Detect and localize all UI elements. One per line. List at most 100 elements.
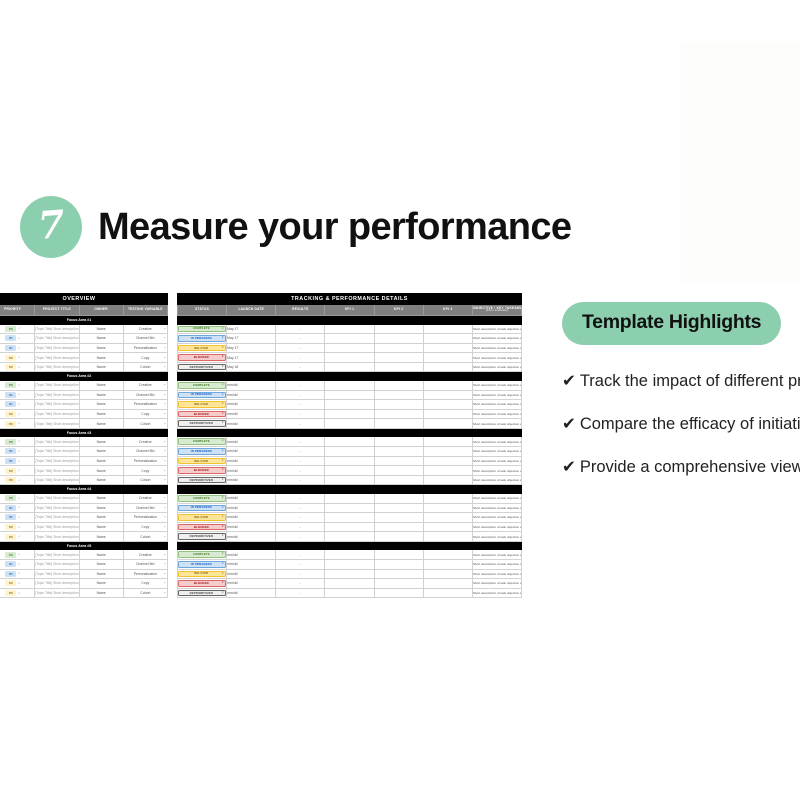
project-title-cell[interactable]: [Topic Title] Short description	[34, 436, 80, 448]
kpi-cell[interactable]	[373, 418, 424, 429]
owner-cell[interactable]: Name	[78, 512, 124, 523]
priority-badge[interactable]: P2	[5, 523, 17, 530]
kpi-cell[interactable]	[373, 333, 424, 344]
kpi-cell[interactable]	[422, 418, 473, 429]
priority-badge[interactable]: P1	[5, 335, 17, 342]
priority-badge[interactable]: P2	[5, 354, 17, 361]
testing-variable-cell[interactable]: Personalization ▾	[122, 455, 169, 467]
results-cell[interactable]: -	[275, 455, 326, 467]
status-badge[interactable]: DELAYED ▾	[178, 514, 226, 521]
chevron-down-icon[interactable]: ▾	[222, 403, 223, 406]
kpi-cell[interactable]	[373, 361, 424, 373]
kpi-cell[interactable]	[324, 549, 375, 560]
kpi-cell[interactable]	[373, 342, 424, 354]
chevron-down-icon[interactable]: ▾	[18, 460, 19, 463]
table-row[interactable]: P1 ▾ [Topic Title] Short description Name Ch…	[0, 333, 169, 344]
chevron-down-icon[interactable]: ▾	[164, 563, 165, 566]
project-title-cell[interactable]: [Topic Title] Short description	[34, 455, 80, 467]
launch-date-cell[interactable]: mm/dd	[226, 521, 277, 533]
kpi-cell[interactable]	[373, 512, 424, 523]
priority-cell[interactable]: P0 ▾	[0, 379, 36, 391]
results-cell[interactable]: -	[275, 418, 326, 429]
chevron-down-icon[interactable]: ▾	[18, 582, 19, 585]
table-row[interactable]: IN PROGRESS ▾ mm/dd - Short description of t…	[176, 558, 523, 570]
results-cell[interactable]: -	[275, 558, 326, 570]
table-row[interactable]: P1 ▾ [Topic Title] Short description Name Pe…	[0, 399, 169, 410]
kpi-cell[interactable]	[373, 502, 424, 514]
project-title-cell[interactable]: [Topic Title] Short description	[34, 333, 80, 344]
kpi-cell[interactable]	[422, 361, 473, 373]
project-title-cell[interactable]: [Topic Title] Short description	[34, 379, 80, 391]
owner-cell[interactable]: Name	[78, 323, 124, 335]
owner-cell[interactable]: Name	[78, 418, 124, 429]
status-cell[interactable]: DELAYED ▾	[176, 512, 228, 523]
kpi-cell[interactable]	[373, 389, 424, 401]
testing-variable-cell[interactable]: Copy ▾	[122, 521, 169, 533]
table-row[interactable]: DEPRIORITIZED ▾ May 18- Short description o…	[176, 361, 523, 373]
owner-cell[interactable]: Name	[78, 361, 124, 373]
chevron-down-icon[interactable]: ▾	[164, 525, 165, 528]
testing-variable-cell[interactable]: Personalization ▾	[122, 399, 169, 410]
testing-variable-cell[interactable]: Channel Mix ▾	[122, 446, 169, 457]
objective-cell[interactable]: Short description of task objective and/…	[471, 379, 523, 391]
priority-badge[interactable]: P1	[5, 344, 17, 351]
status-badge[interactable]: IN PROGRESS ▾	[178, 335, 226, 342]
priority-badge[interactable]: P2	[5, 477, 17, 484]
column-header-kpi-1[interactable]: KPI 1	[324, 304, 375, 316]
table-row[interactable]: DELAYED ▾ mm/dd - Short description of task …	[176, 399, 523, 410]
status-cell[interactable]: IN PROGRESS ▾	[176, 389, 228, 401]
chevron-down-icon[interactable]: ▾	[222, 591, 223, 595]
launch-date-cell[interactable]: mm/dd	[226, 492, 277, 504]
owner-cell[interactable]: Name	[78, 549, 124, 560]
status-cell[interactable]: BLOCKED ▾	[176, 352, 228, 363]
kpi-cell[interactable]	[373, 531, 424, 542]
owner-cell[interactable]: Name	[78, 379, 124, 391]
objective-cell[interactable]: Short description of task objective and/…	[471, 474, 523, 486]
objective-cell[interactable]: Short description of task objective and/…	[471, 446, 523, 457]
chevron-down-icon[interactable]: ▾	[164, 413, 165, 416]
priority-cell[interactable]: P2 ▾	[0, 521, 36, 533]
objective-cell[interactable]: Short description of task objective and/…	[471, 568, 523, 580]
testing-variable-cell[interactable]: Creative ▾	[122, 549, 169, 560]
chevron-down-icon[interactable]: ▾	[222, 535, 223, 538]
launch-date-cell[interactable]: mm/dd	[226, 587, 277, 599]
testing-variable-cell[interactable]: Copy ▾	[122, 352, 169, 363]
status-badge[interactable]: DELAYED ▾	[178, 457, 226, 465]
priority-cell[interactable]: P2 ▾	[0, 408, 36, 420]
table-row[interactable]: P2 ▾ [Topic Title] Short description Name Co…	[0, 408, 169, 420]
kpi-cell[interactable]	[373, 408, 424, 420]
testing-variable-cell[interactable]: Channel Mix ▾	[122, 558, 169, 570]
objective-cell[interactable]: Short description of task objective and/…	[471, 361, 523, 373]
objective-cell[interactable]: Short description of task objective and/…	[471, 549, 523, 560]
chevron-down-icon[interactable]: ▾	[164, 572, 165, 575]
results-cell[interactable]: -	[275, 333, 326, 344]
priority-badge[interactable]: P2	[5, 364, 17, 371]
results-cell[interactable]: -	[275, 549, 326, 560]
chevron-down-icon[interactable]: ▾	[222, 346, 223, 350]
priority-badge[interactable]: P1	[5, 504, 17, 511]
priority-cell[interactable]: P0 ▾	[0, 436, 36, 448]
table-row[interactable]: P2 ▾ [Topic Title] Short description Name Co…	[0, 352, 169, 363]
chevron-down-icon[interactable]: ▾	[222, 336, 223, 340]
chevron-down-icon[interactable]: ▾	[164, 366, 165, 369]
kpi-cell[interactable]	[422, 549, 473, 560]
table-row[interactable]: COMPLETE ▾ May 17- Short description of tas…	[176, 323, 523, 335]
priority-cell[interactable]: P2 ▾	[0, 418, 36, 429]
status-cell[interactable]: DELAYED ▾	[176, 342, 228, 354]
testing-variable-cell[interactable]: Copy ▾	[122, 578, 169, 589]
kpi-cell[interactable]	[422, 465, 473, 476]
chevron-down-icon[interactable]: ▾	[18, 384, 19, 387]
project-title-cell[interactable]: [Topic Title] Short description	[34, 399, 80, 410]
project-title-cell[interactable]: [Topic Title] Short description	[34, 502, 80, 514]
priority-cell[interactable]: P1 ▾	[0, 502, 36, 514]
kpi-cell[interactable]	[422, 474, 473, 486]
chevron-down-icon[interactable]: ▾	[18, 526, 19, 529]
chevron-down-icon[interactable]: ▾	[222, 515, 223, 519]
chevron-down-icon[interactable]: ▾	[222, 478, 223, 482]
launch-date-cell[interactable]: mm/dd	[226, 558, 277, 570]
kpi-cell[interactable]	[324, 465, 375, 476]
project-title-cell[interactable]: [Topic Title] Short description	[34, 587, 80, 599]
objective-cell[interactable]: Short description of task objective and/…	[471, 399, 523, 410]
table-row[interactable]: COMPLETE ▾ mm/dd - Short description of task…	[176, 492, 523, 504]
status-badge[interactable]: IN PROGRESS ▾	[178, 504, 226, 512]
